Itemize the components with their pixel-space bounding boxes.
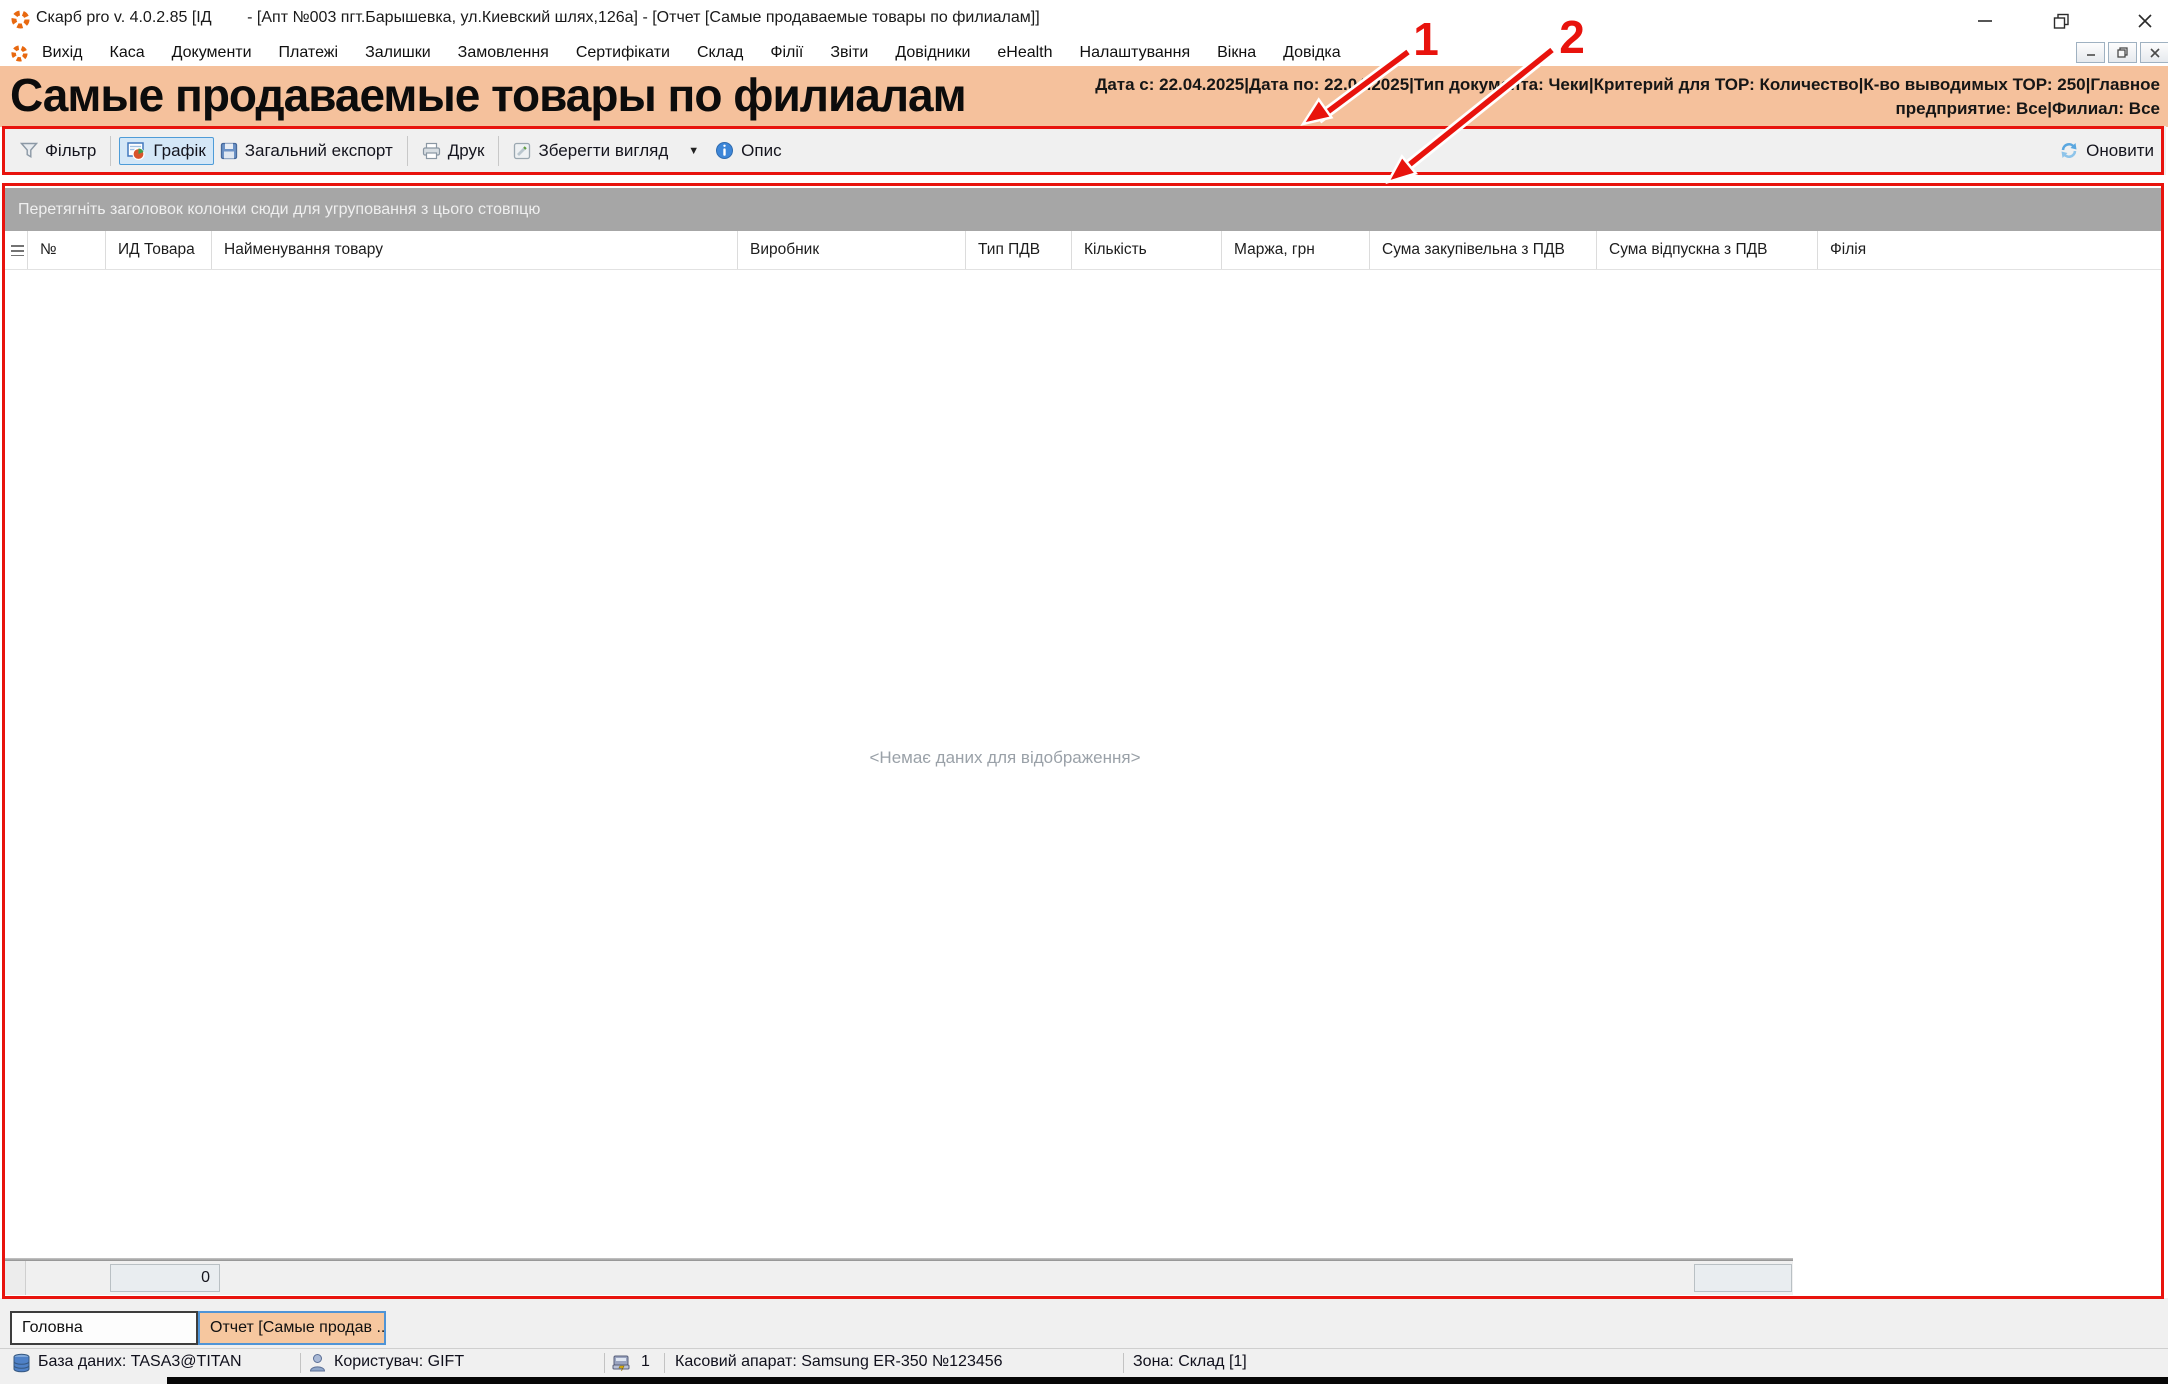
database-icon [12, 1353, 31, 1373]
menu-item-help[interactable]: Довідка [1283, 44, 1341, 62]
status-user: Користувач: GIFT [334, 1353, 464, 1371]
description-label: Опис [741, 141, 781, 161]
window-title: Скарб pro v. 4.0.2.85 [ІД - [Апт №003 пг… [36, 9, 1040, 27]
export-button[interactable]: Загальний експорт [214, 137, 399, 165]
report-header: Самые продаваемые товары по филиалам Дат… [0, 66, 2168, 127]
filter-icon [20, 142, 38, 159]
title-bar: Скарб pro v. 4.0.2.85 [ІД - [Апт №003 пг… [0, 0, 2168, 40]
column-header-purchase-sum[interactable]: Сума закупівельна з ПДВ [1370, 231, 1597, 269]
status-zone: Зона: Склад [1] [1133, 1353, 1247, 1371]
chart-icon [127, 142, 146, 160]
save-view-dropdown-icon[interactable]: ▼ [688, 145, 699, 157]
description-button[interactable]: Опис [709, 137, 787, 165]
report-title: Самые продаваемые товары по филиалам [10, 68, 966, 122]
column-header-branch[interactable]: Філія [1818, 231, 2163, 269]
grid-footer-empty-cell [1694, 1264, 1792, 1292]
export-icon [220, 142, 238, 160]
printer-icon [422, 142, 441, 160]
column-header-vat-type[interactable]: Тип ПДВ [966, 231, 1072, 269]
grid-footer-count-cell: 0 [110, 1264, 220, 1292]
app-logo-icon-small [11, 45, 28, 62]
column-header-retail-sum[interactable]: Сума відпускна з ПДВ [1597, 231, 1818, 269]
menu-item-ehealth[interactable]: eHealth [997, 44, 1052, 62]
report-parameters-line2: предприятие: Все|Филиал: Все [1000, 97, 2160, 121]
menu-item-stock[interactable]: Залишки [365, 44, 431, 62]
menu-item-orders[interactable]: Замовлення [458, 44, 549, 62]
toolbar: Фільтр Графік [2, 126, 2166, 175]
column-header-product-name[interactable]: Найменування товару [212, 231, 738, 269]
grid-header-row: № ИД Товара Найменування товару Виробник… [5, 231, 2163, 270]
column-header-number[interactable]: № [28, 231, 106, 269]
group-by-hint: Перетягніть заголовок колонки сюди для у… [18, 201, 540, 218]
toolbar-separator [110, 136, 111, 166]
grid-footer-indicator-cell [5, 1261, 26, 1295]
menu-item-payments[interactable]: Платежі [279, 44, 339, 62]
filter-label: Фільтр [45, 141, 96, 161]
status-cash-register: Касовий апарат: Samsung ER-350 №123456 [675, 1353, 1003, 1371]
empty-data-message: <Немає даних для відображення> [820, 748, 1190, 768]
status-database: База даних: TASA3@TITAN [38, 1353, 242, 1371]
export-label: Загальний експорт [245, 141, 393, 161]
mdi-minimize-button[interactable] [2076, 42, 2105, 63]
status-bar: База даних: TASA3@TITAN Користувач: GIFT… [0, 1348, 2168, 1377]
print-button[interactable]: Друк [416, 137, 491, 165]
menu-item-exit[interactable]: Вихід [42, 44, 83, 62]
menu-item-documents[interactable]: Документи [172, 44, 252, 62]
save-view-button[interactable]: Зберегти вигляд [507, 137, 674, 165]
menu-item-windows[interactable]: Вікна [1217, 44, 1256, 62]
menu-item-branches[interactable]: Філії [770, 44, 803, 62]
app-logo-icon [11, 10, 30, 29]
refresh-label: Оновити [2086, 141, 2154, 161]
column-header-product-id[interactable]: ИД Товара [106, 231, 212, 269]
save-view-label: Зберегти вигляд [538, 141, 668, 161]
tab-home[interactable]: Головна [10, 1311, 198, 1345]
status-separator [664, 1353, 665, 1373]
menu-item-directories[interactable]: Довідники [895, 44, 970, 62]
grid-footer-row [5, 1261, 1793, 1295]
tab-report-active[interactable]: Отчет [Самые продав .. [198, 1311, 386, 1345]
mdi-window-controls [2073, 42, 2168, 63]
menu-item-warehouse[interactable]: Склад [697, 44, 743, 62]
filter-button[interactable]: Фільтр [14, 137, 102, 165]
status-separator [1123, 1353, 1124, 1373]
rows-icon [11, 245, 24, 256]
column-header-quantity[interactable]: Кількість [1072, 231, 1222, 269]
info-icon [715, 141, 734, 160]
app-window: Скарб pro v. 4.0.2.85 [ІД - [Апт №003 пг… [0, 0, 2168, 1384]
refresh-button[interactable]: Оновити [2059, 141, 2154, 161]
column-header-manufacturer[interactable]: Виробник [738, 231, 966, 269]
cash-terminal-icon [612, 1353, 632, 1372]
status-terminal-count: 1 [641, 1353, 650, 1371]
report-parameters: Дата с: 22.04.2025|Дата по: 22.04.2025|Т… [1000, 73, 2160, 121]
refresh-icon [2059, 141, 2079, 160]
menu-item-cash[interactable]: Каса [110, 44, 145, 62]
chart-button[interactable]: Графік [119, 137, 213, 165]
status-separator [604, 1353, 605, 1373]
report-parameters-line1: Дата с: 22.04.2025|Дата по: 22.04.2025|Т… [1000, 73, 2160, 97]
toolbar-separator [498, 136, 499, 166]
toolbar-separator [407, 136, 408, 166]
annotation-rect-grid [2, 183, 2164, 1299]
menu-item-settings[interactable]: Налаштування [1080, 44, 1191, 62]
user-icon [309, 1353, 326, 1373]
group-by-panel[interactable]: Перетягніть заголовок колонки сюди для у… [5, 188, 2163, 231]
menu-item-certificates[interactable]: Сертифікати [576, 44, 670, 62]
save-view-icon [513, 142, 531, 160]
menu-item-reports[interactable]: Звіти [830, 44, 868, 62]
status-separator [300, 1353, 301, 1373]
restore-button[interactable] [2048, 8, 2074, 34]
minimize-button[interactable] [1972, 8, 1998, 34]
print-label: Друк [448, 141, 485, 161]
chart-label: Графік [153, 141, 205, 161]
menu-bar: Вихід Каса Документи Платежі Залишки Зам… [0, 40, 2168, 66]
row-indicator-header [5, 231, 28, 269]
column-header-margin[interactable]: Маржа, грн [1222, 231, 1370, 269]
close-button[interactable] [2132, 8, 2158, 34]
mdi-restore-button[interactable] [2108, 42, 2137, 63]
bottom-black-strip [167, 1377, 2168, 1384]
mdi-close-button[interactable] [2140, 42, 2168, 63]
